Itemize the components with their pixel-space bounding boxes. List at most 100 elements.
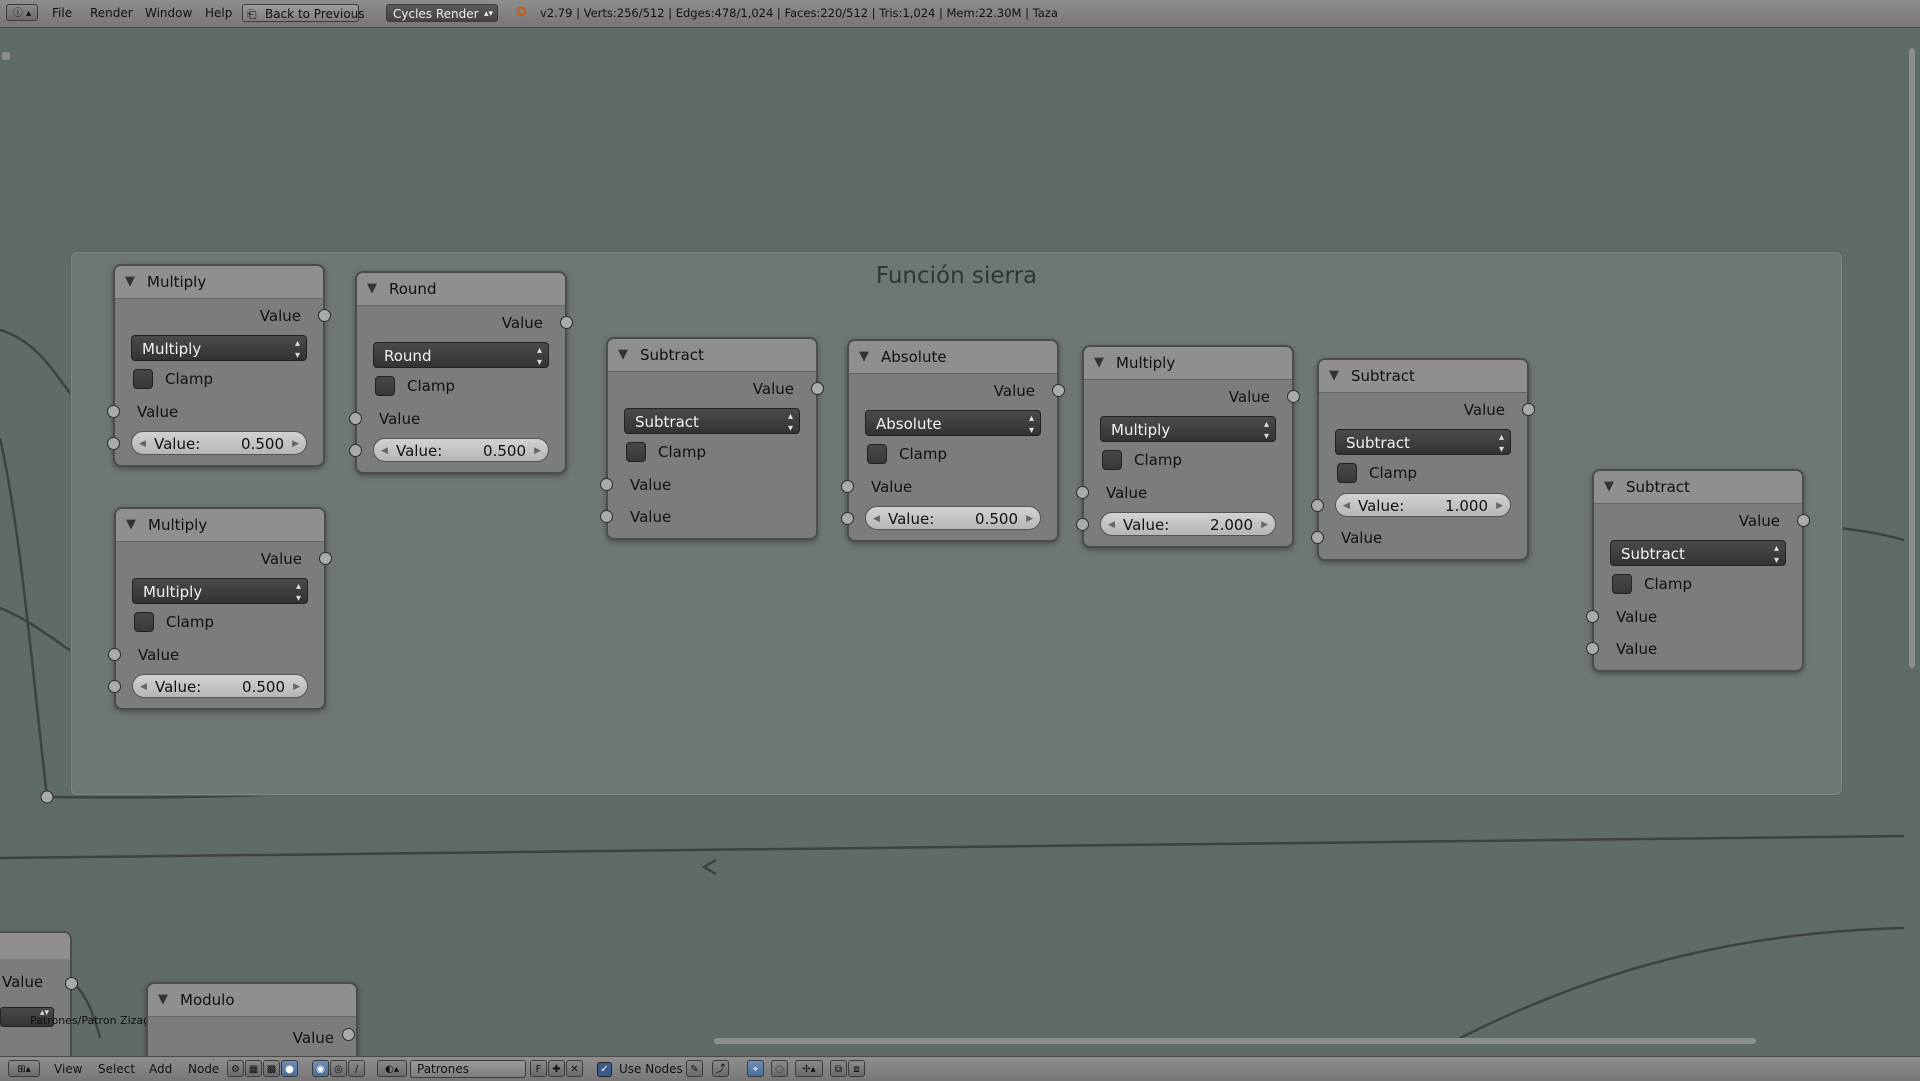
operation-dropdown[interactable]: Multiply ▴ ▾ bbox=[1100, 416, 1276, 442]
output-socket[interactable] bbox=[560, 316, 573, 329]
input-socket[interactable] bbox=[349, 412, 362, 425]
copy-nodes-icon[interactable]: ⧉ bbox=[830, 1060, 847, 1077]
horizontal-scrollbar[interactable] bbox=[0, 1034, 1904, 1046]
output-socket[interactable] bbox=[319, 552, 332, 565]
input-socket[interactable] bbox=[1076, 486, 1089, 499]
world-shader-icon[interactable]: ◎ bbox=[330, 1060, 347, 1077]
operation-dropdown[interactable]: Absolute ▴ ▾ bbox=[865, 410, 1041, 436]
collapse-triangle-icon[interactable]: ▼ bbox=[125, 266, 135, 298]
node-header[interactable]: ▼ Absolute bbox=[849, 341, 1057, 374]
input-socket[interactable] bbox=[841, 512, 854, 525]
multiply-node-1[interactable]: ▼ Multiply Value Multiply ▴ ▾ Clamp Value ◀… bbox=[107, 264, 331, 467]
input-socket[interactable] bbox=[841, 480, 854, 493]
value-field[interactable]: ◀ Value: 2.000 ▶ bbox=[1100, 512, 1276, 536]
node-header[interactable]: ▼ Multiply bbox=[116, 509, 324, 542]
clamp-checkbox[interactable] bbox=[626, 442, 646, 462]
menu-select[interactable]: Select bbox=[98, 1062, 135, 1076]
operation-dropdown[interactable]: Subtract ▴ ▾ bbox=[1335, 429, 1511, 455]
input-socket[interactable] bbox=[107, 437, 120, 450]
round-node[interactable]: ▼ Round Value Round ▴ ▾ Clamp Value ◀ Value:… bbox=[349, 271, 573, 474]
output-socket[interactable] bbox=[1797, 514, 1810, 527]
add-new-icon[interactable]: ✚ bbox=[548, 1060, 565, 1077]
subtract-node-1[interactable]: ▼ Subtract Value Subtract ▴ ▾ Clamp Value V… bbox=[600, 337, 824, 540]
value-field[interactable]: ◀ Value: 1.000 ▶ bbox=[1335, 493, 1511, 517]
operation-dropdown[interactable]: Subtract ▴ ▾ bbox=[1610, 540, 1786, 566]
collapse-triangle-icon[interactable]: ▼ bbox=[158, 984, 168, 1016]
parent-node-tree-icon[interactable]: ⤴ bbox=[712, 1060, 729, 1077]
node-header[interactable]: ▼ Subtract bbox=[1319, 360, 1527, 393]
input-socket[interactable] bbox=[108, 680, 121, 693]
node-header[interactable]: ▼ Multiply bbox=[115, 266, 323, 299]
line-style-icon[interactable]: ∕ bbox=[348, 1060, 365, 1077]
node-header[interactable]: ▼ Subtract bbox=[608, 339, 816, 372]
input-socket[interactable] bbox=[349, 444, 362, 457]
value-field[interactable]: ◀ Value: 0.500 ▶ bbox=[865, 506, 1041, 530]
snap-element-icon[interactable]: ◌ bbox=[771, 1060, 788, 1077]
output-socket[interactable] bbox=[811, 382, 824, 395]
clamp-checkbox[interactable] bbox=[1612, 574, 1632, 594]
snap-toggle-icon[interactable]: ⌖ bbox=[747, 1060, 764, 1077]
operation-dropdown[interactable]: Multiply ▴ ▾ bbox=[131, 335, 307, 361]
input-socket[interactable] bbox=[1311, 531, 1324, 544]
back-to-previous-button[interactable]: ⎗ Back to Previous bbox=[242, 4, 365, 22]
shader-tree-icon[interactable]: ⚙ bbox=[227, 1060, 244, 1077]
clamp-checkbox[interactable] bbox=[134, 612, 154, 632]
collapse-triangle-icon[interactable]: ▼ bbox=[618, 339, 628, 371]
menu-render[interactable]: Render bbox=[90, 6, 133, 20]
output-socket[interactable] bbox=[65, 977, 78, 990]
menu-window[interactable]: Window bbox=[145, 6, 192, 20]
collapse-triangle-icon[interactable]: ▼ bbox=[1604, 471, 1614, 503]
snap-mode-icon[interactable]: ✢▴ bbox=[795, 1060, 823, 1077]
vertical-scroll-thumb[interactable] bbox=[1909, 48, 1915, 668]
node-header[interactable]: ▼ Modulo bbox=[148, 984, 356, 1017]
unlink-icon[interactable]: ✕ bbox=[566, 1060, 583, 1077]
editor-type-icon[interactable]: ⊞▴ bbox=[8, 1060, 40, 1077]
value-field[interactable]: ◀ Value: 0.500 ▶ bbox=[131, 431, 307, 455]
clamp-checkbox[interactable] bbox=[867, 444, 887, 464]
compositing-tree-icon[interactable]: ▦ bbox=[245, 1060, 262, 1077]
collapse-triangle-icon[interactable]: ▼ bbox=[367, 273, 377, 305]
menu-node[interactable]: Node bbox=[188, 1062, 219, 1076]
clamp-checkbox[interactable] bbox=[133, 369, 153, 389]
node-header[interactable]: ▼ Subtract bbox=[1594, 471, 1802, 504]
modulo-node[interactable]: ▼ Modulo Value bbox=[146, 982, 358, 1064]
subtract-node-3[interactable]: ▼ Subtract Value Subtract ▴ ▾ Clamp Value V… bbox=[1586, 469, 1810, 672]
menu-file[interactable]: File bbox=[52, 6, 72, 20]
texture-tree-icon[interactable]: ▩ bbox=[263, 1060, 280, 1077]
input-socket[interactable] bbox=[1586, 642, 1599, 655]
node-tree-name-field[interactable]: Patrones bbox=[410, 1060, 526, 1078]
collapse-left-icon[interactable] bbox=[2, 52, 10, 60]
operation-dropdown[interactable]: Round ▴ ▾ bbox=[373, 342, 549, 368]
clamp-checkbox[interactable] bbox=[1337, 463, 1357, 483]
horizontal-scroll-thumb[interactable] bbox=[714, 1038, 1756, 1044]
node-editor-canvas[interactable]: Función sierra ▼ Multiply Value Multiply ▴… bbox=[0, 28, 1904, 1065]
editor-type-info-icon[interactable]: ⓘ ▴ bbox=[6, 4, 38, 21]
collapse-triangle-icon[interactable]: ▼ bbox=[859, 341, 869, 373]
menu-add[interactable]: Add bbox=[149, 1062, 172, 1076]
use-nodes-checkbox[interactable]: ✓ bbox=[597, 1062, 612, 1077]
multiply-node-2[interactable]: ▼ Multiply Value Multiply ▴ ▾ Clamp Value ◀… bbox=[108, 507, 332, 710]
collapse-triangle-icon[interactable]: ▼ bbox=[126, 509, 136, 541]
multiply-node-3[interactable]: ▼ Multiply Value Multiply ▴ ▾ Clamp Value ◀… bbox=[1076, 345, 1300, 548]
input-socket[interactable] bbox=[600, 510, 613, 523]
paste-nodes-icon[interactable]: ⧈ bbox=[848, 1060, 865, 1077]
pin-icon[interactable]: ✎ bbox=[686, 1060, 703, 1077]
collapse-triangle-icon[interactable]: ▼ bbox=[1329, 360, 1339, 392]
menu-help[interactable]: Help bbox=[205, 6, 232, 20]
vertical-scrollbar[interactable] bbox=[1904, 28, 1920, 1038]
output-socket[interactable] bbox=[1287, 390, 1300, 403]
node-header[interactable]: ▼ Round bbox=[357, 273, 565, 306]
output-socket[interactable] bbox=[1522, 403, 1535, 416]
operation-dropdown[interactable]: Subtract ▴ ▾ bbox=[624, 408, 800, 434]
object-shader-icon[interactable]: ◉ bbox=[312, 1060, 329, 1077]
material-tree-icon[interactable]: ● bbox=[281, 1060, 298, 1077]
clamp-checkbox[interactable] bbox=[1102, 450, 1122, 470]
input-socket[interactable] bbox=[1076, 518, 1089, 531]
absolute-node[interactable]: ▼ Absolute Value Absolute ▴ ▾ Clamp Value ◀… bbox=[841, 339, 1065, 542]
node-header[interactable] bbox=[0, 933, 70, 959]
render-engine-select[interactable]: Cycles Render ▴▾ bbox=[386, 4, 498, 22]
value-field[interactable]: ◀ Value: 0.500 ▶ bbox=[373, 438, 549, 462]
operation-dropdown[interactable]: Multiply ▴ ▾ bbox=[132, 578, 308, 604]
fake-user-button[interactable]: F bbox=[530, 1060, 547, 1077]
node-header[interactable]: ▼ Multiply bbox=[1084, 347, 1292, 380]
